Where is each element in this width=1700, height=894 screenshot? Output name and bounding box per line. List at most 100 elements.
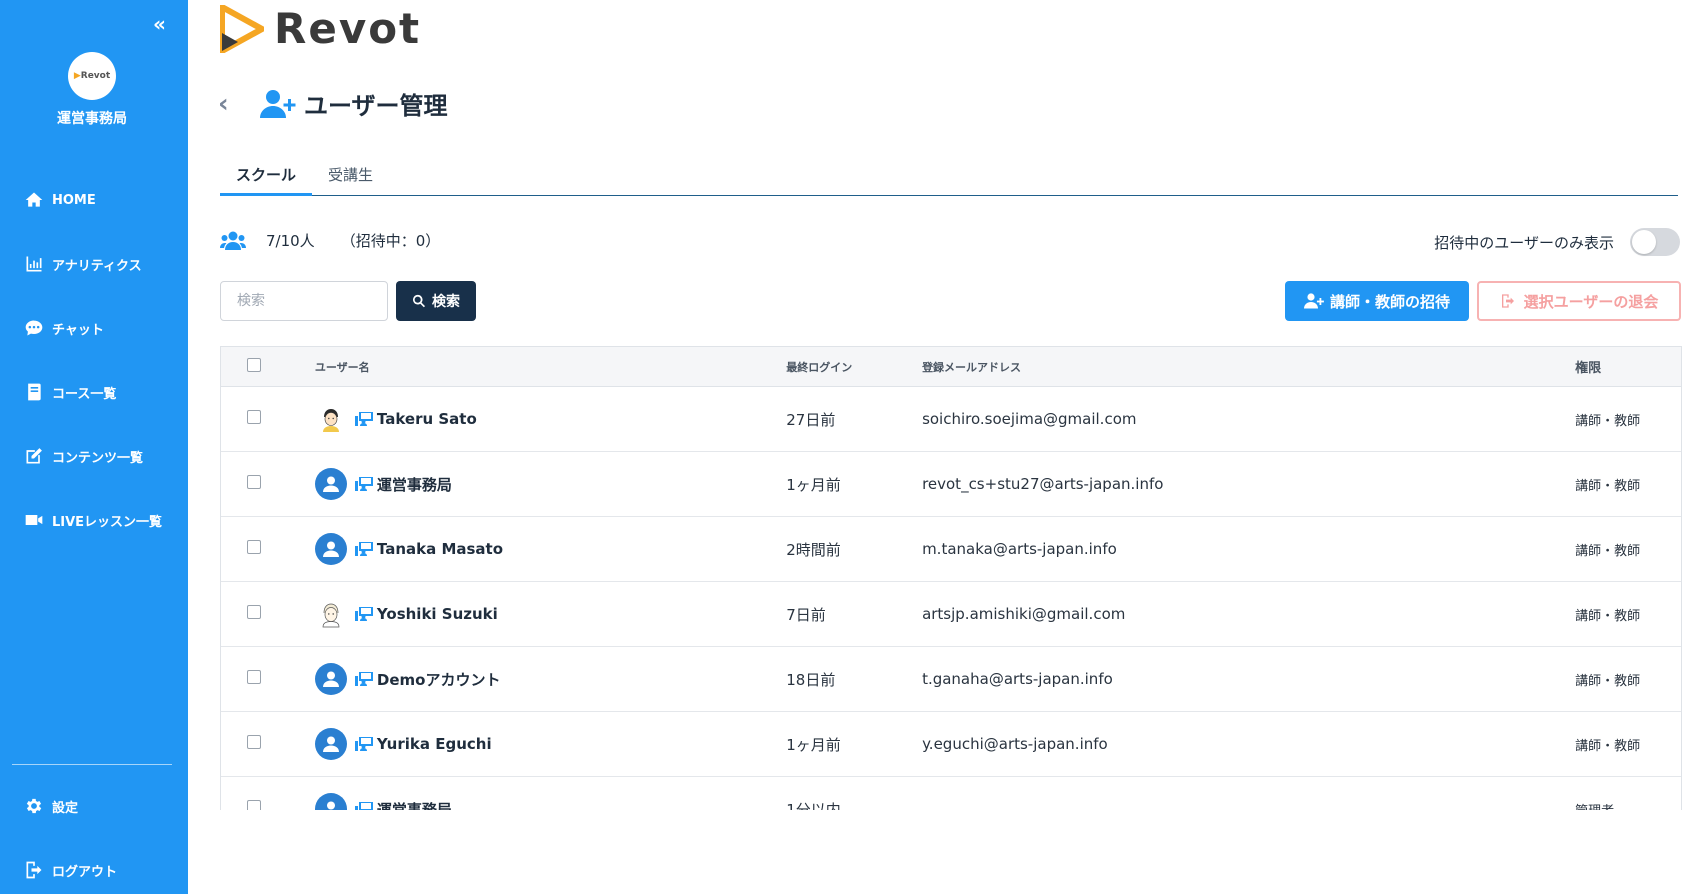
avatar bbox=[314, 598, 347, 630]
sidebar-bottom-nav: 設定 ログアウト bbox=[0, 774, 188, 894]
teacher-icon bbox=[354, 607, 373, 621]
chat-icon bbox=[25, 320, 43, 336]
search-button[interactable]: 検索 bbox=[396, 281, 476, 321]
row-checkbox[interactable] bbox=[247, 475, 261, 489]
row-checkbox[interactable] bbox=[247, 605, 261, 619]
search-input[interactable] bbox=[220, 281, 388, 321]
header-name[interactable]: ユーザー名 bbox=[315, 359, 786, 375]
sidebar-item-contents[interactable]: コンテンツ一覧 bbox=[0, 424, 188, 488]
play-logo-icon bbox=[220, 4, 264, 53]
org-name: 運営事務局 bbox=[57, 111, 127, 127]
user-icon bbox=[322, 476, 339, 492]
sidebar-item-analytics[interactable]: アナリティクス bbox=[0, 232, 188, 296]
sidebar-item-chat[interactable]: チャット bbox=[0, 296, 188, 360]
row-checkbox[interactable] bbox=[247, 670, 261, 684]
app-root: « ▶Revot 運営事務局 HOME アナリティクス チャット コース一覧 コ… bbox=[0, 0, 1700, 894]
avatar bbox=[314, 533, 347, 565]
table-row[interactable]: Yurika Eguchi 1ヶ月前 y.eguchi@arts-japan.i… bbox=[221, 712, 1681, 777]
tab-students[interactable]: 受講生 bbox=[312, 160, 389, 196]
user-name[interactable]: Demoアカウント bbox=[377, 669, 501, 690]
home-icon bbox=[25, 192, 43, 207]
table-header: ユーザー名 最終ログイン 登録メールアドレス 権限 bbox=[221, 347, 1681, 387]
withdraw-users-button[interactable]: 選択ユーザーの退会 bbox=[1477, 281, 1681, 321]
row-select-cell bbox=[221, 670, 315, 688]
row-checkbox[interactable] bbox=[247, 410, 261, 424]
row-select-cell bbox=[221, 410, 315, 428]
teacher-icon bbox=[354, 477, 373, 491]
user-role: 講師・教師 bbox=[1575, 413, 1641, 429]
sidebar-item-settings[interactable]: 設定 bbox=[0, 774, 188, 838]
user-name[interactable]: Yurika Eguchi bbox=[377, 735, 492, 753]
row-select-cell bbox=[221, 475, 315, 493]
back-button[interactable]: ‹ bbox=[218, 89, 250, 119]
table-row[interactable]: Yoshiki Suzuki 7日前 artsjp.amishiki@gmail… bbox=[221, 582, 1681, 647]
table-row[interactable]: 運営事務局 1分以内 管理者 bbox=[221, 777, 1681, 810]
sidebar-item-label: コース一覧 bbox=[52, 386, 117, 402]
avatar bbox=[314, 663, 347, 695]
sidebar-nav: HOME アナリティクス チャット コース一覧 コンテンツ一覧 LIVEレッスン… bbox=[0, 168, 188, 552]
logout-icon bbox=[26, 861, 42, 879]
user-role: 講師・教師 bbox=[1575, 738, 1641, 754]
sidebar-item-home[interactable]: HOME bbox=[0, 168, 188, 232]
sidebar-item-logout[interactable]: ログアウト bbox=[0, 838, 188, 894]
sidebar-item-courses[interactable]: コース一覧 bbox=[0, 360, 188, 424]
teacher-icon bbox=[354, 672, 373, 686]
header-email[interactable]: 登録メールアドレス bbox=[922, 359, 1575, 375]
table-row[interactable]: 運営事務局 1ヶ月前 revot_cs+stu27@arts-japan.inf… bbox=[221, 452, 1681, 517]
sidebar-item-label: アナリティクス bbox=[52, 258, 142, 274]
user-icon bbox=[322, 541, 339, 557]
user-role: 講師・教師 bbox=[1575, 543, 1641, 559]
avatar bbox=[314, 403, 347, 435]
double-chevron-left-icon[interactable]: « bbox=[153, 12, 166, 36]
user-name-cell: Demoアカウント bbox=[314, 663, 786, 695]
users-table: ユーザー名 最終ログイン 登録メールアドレス 権限 Takeru Sato 27… bbox=[220, 346, 1682, 810]
user-role: 管理者 bbox=[1575, 800, 1681, 811]
last-login: 2時間前 bbox=[786, 540, 841, 559]
user-role: 講師・教師 bbox=[1575, 673, 1641, 689]
sidebar-item-live-lessons[interactable]: LIVEレッスン一覧 bbox=[0, 488, 188, 552]
invite-teacher-button[interactable]: 講師・教師の招待 bbox=[1285, 281, 1469, 321]
user-name[interactable]: Takeru Sato bbox=[377, 410, 477, 428]
teacher-icon bbox=[354, 737, 373, 751]
main-content: Revot ‹ ユーザー管理 スクール 受講生 7/10人 （招待中：0） 招待… bbox=[188, 0, 1700, 894]
header-last-login[interactable]: 最終ログイン bbox=[786, 359, 922, 375]
invited-filter-toggle[interactable] bbox=[1630, 228, 1680, 256]
page-header: ‹ ユーザー管理 bbox=[218, 86, 448, 121]
user-plus-icon bbox=[1303, 293, 1324, 309]
teacher-icon bbox=[354, 802, 373, 810]
book-icon bbox=[28, 383, 41, 401]
row-checkbox[interactable] bbox=[247, 800, 261, 810]
last-login: 7日前 bbox=[786, 605, 826, 624]
logout-icon bbox=[1501, 294, 1514, 308]
user-name-cell: 運営事務局 bbox=[314, 793, 786, 811]
row-checkbox[interactable] bbox=[247, 735, 261, 749]
invited-count: （招待中：0） bbox=[340, 232, 441, 250]
table-row[interactable]: Takeru Sato 27日前 soichiro.soejima@gmail.… bbox=[221, 387, 1681, 452]
user-icon bbox=[322, 736, 339, 752]
tab-bar: スクール 受講生 bbox=[220, 160, 1678, 196]
select-all-cell bbox=[221, 358, 315, 375]
user-email: soichiro.soejima@gmail.com bbox=[922, 410, 1137, 428]
last-login: 27日前 bbox=[786, 410, 836, 429]
row-checkbox[interactable] bbox=[247, 540, 261, 554]
table-row[interactable]: Demoアカウント 18日前 t.ganaha@arts-japan.info … bbox=[221, 647, 1681, 712]
user-name[interactable]: 運営事務局 bbox=[377, 799, 452, 811]
avatar bbox=[314, 728, 347, 760]
user-name[interactable]: Tanaka Masato bbox=[377, 540, 503, 558]
user-name[interactable]: 運営事務局 bbox=[377, 474, 452, 495]
table-row[interactable]: Tanaka Masato 2時間前 m.tanaka@arts-japan.i… bbox=[221, 517, 1681, 582]
tab-school[interactable]: スクール bbox=[220, 160, 313, 196]
search-bar: 検索 bbox=[220, 281, 476, 321]
org-avatar-logo: ▶Revot bbox=[73, 71, 111, 81]
user-name-cell: Yurika Eguchi bbox=[314, 728, 786, 760]
user-email: t.ganaha@arts-japan.info bbox=[922, 670, 1113, 688]
user-role: 講師・教師 bbox=[1575, 478, 1641, 494]
select-all-checkbox[interactable] bbox=[247, 358, 261, 372]
header-role[interactable]: 権限 bbox=[1575, 357, 1681, 376]
user-email: m.tanaka@arts-japan.info bbox=[922, 540, 1117, 558]
brand-logo[interactable]: Revot bbox=[220, 4, 421, 53]
chart-icon bbox=[26, 256, 42, 272]
toggle-knob bbox=[1632, 230, 1656, 254]
last-login: 18日前 bbox=[786, 670, 836, 689]
user-name[interactable]: Yoshiki Suzuki bbox=[377, 605, 498, 623]
